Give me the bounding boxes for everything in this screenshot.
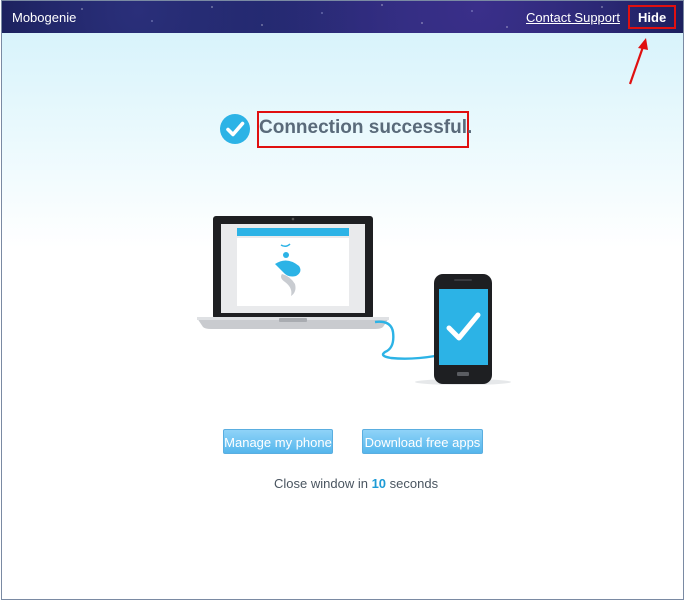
connection-illustration <box>197 216 511 385</box>
title-bar: Mobogenie Contact Support Hide <box>2 1 683 33</box>
manage-my-phone-button[interactable]: Manage my phone <box>223 429 333 454</box>
usb-cable-icon <box>374 320 436 360</box>
close-countdown: Close window in 10 seconds <box>274 476 438 491</box>
check-circle-icon <box>220 114 250 144</box>
countdown-prefix: Close window in <box>274 476 368 491</box>
hide-button[interactable]: Hide <box>638 10 666 25</box>
download-free-apps-button[interactable]: Download free apps <box>362 429 483 454</box>
countdown-suffix: seconds <box>389 476 439 491</box>
app-name: Mobogenie <box>12 10 77 25</box>
annotation-arrow-icon <box>628 38 648 85</box>
connection-status-title: Connection successful. <box>259 117 473 138</box>
contact-support-link[interactable]: Contact Support <box>526 10 620 25</box>
smartphone-icon <box>415 274 511 385</box>
countdown-seconds: 10 <box>371 476 387 491</box>
